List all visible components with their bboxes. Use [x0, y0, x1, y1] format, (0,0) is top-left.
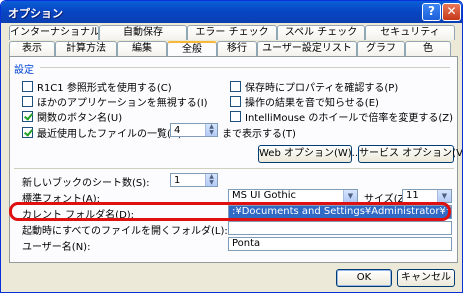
- prompt-properties-label: 保存時にプロパティを確認する(P): [245, 83, 399, 94]
- tab-view[interactable]: 表示: [9, 41, 55, 56]
- prompt-properties-checkbox[interactable]: 保存時にプロパティを確認する(P): [230, 79, 398, 94]
- r1c1-checkbox[interactable]: R1C1 参照形式を使用する(C): [22, 79, 172, 94]
- function-tooltips-checkbox[interactable]: 関数のボタン名(U): [22, 109, 122, 124]
- intellimouse-zoom-checkbox[interactable]: IntelliMouse のホイールで倍率を変更する(Z): [230, 109, 453, 124]
- tab-autosave[interactable]: 自動保存: [99, 25, 187, 40]
- ignore-other-apps-box[interactable]: [22, 96, 33, 107]
- function-tooltips-label: 関数のボタン名(U): [37, 113, 123, 124]
- size-dropdown-icon[interactable]: ▼: [437, 190, 451, 202]
- general-panel: 設定 R1C1 参照形式を使用する(C) ほかのアプリケーションを無視する(I)…: [9, 56, 462, 263]
- feedback-sound-box[interactable]: [230, 96, 241, 107]
- username-input[interactable]: Ponta: [228, 237, 452, 251]
- r1c1-box[interactable]: [22, 81, 33, 92]
- function-tooltips-box[interactable]: [22, 111, 33, 122]
- spinner-arrows-icon[interactable]: ▲ ▼: [205, 124, 217, 136]
- tab-transition[interactable]: 移行: [217, 41, 257, 56]
- recent-files-checkbox[interactable]: 最近使用したファイルの一覧(R):: [22, 125, 185, 140]
- cancel-button[interactable]: キャンセル: [397, 269, 455, 287]
- prompt-properties-box[interactable]: [230, 81, 241, 92]
- recent-files-label: 最近使用したファイルの一覧(R):: [37, 129, 186, 140]
- section-divider: [40, 67, 450, 68]
- tab-spell-check[interactable]: スペル チェック: [277, 25, 365, 40]
- feedback-sound-checkbox[interactable]: 操作の結果を音で知らせる(E): [230, 94, 379, 109]
- window-title: オプション: [8, 7, 63, 20]
- web-options-button[interactable]: Web オプション(W)...: [258, 145, 361, 163]
- sheets-label: 新しいブックのシート数(S):: [22, 178, 150, 189]
- close-button[interactable]: ✕: [442, 3, 461, 21]
- ignore-other-apps-label: ほかのアプリケーションを無視する(I): [37, 98, 208, 109]
- settings-section-label: 設定: [14, 65, 34, 76]
- tab-edit[interactable]: 編集: [117, 41, 167, 56]
- font-select[interactable]: MS UI Gothic ▼: [228, 189, 358, 203]
- tab-chart[interactable]: グラフ: [357, 41, 405, 56]
- sheets-spinner-arrows-icon[interactable]: ▲ ▼: [205, 174, 217, 186]
- intellimouse-zoom-label: IntelliMouse のホイールで倍率を変更する(Z): [245, 113, 453, 124]
- tab-calculation[interactable]: 計算方法: [55, 41, 117, 56]
- intellimouse-zoom-box[interactable]: [230, 111, 241, 122]
- sheets-spinner[interactable]: 1 ▲ ▼: [170, 173, 218, 187]
- recent-files-count-spinner[interactable]: 4 ▲ ▼: [170, 123, 218, 137]
- startup-folder-label: 起動時にすべてのファイルを開くフォルダ(L):: [22, 226, 228, 237]
- feedback-sound-label: 操作の結果を音で知らせる(E): [245, 98, 379, 109]
- service-options-button[interactable]: サービス オプション(V)...: [358, 145, 462, 163]
- sheets-value[interactable]: 1: [171, 175, 205, 186]
- tab-row-2: 表示 計算方法 編集 全般 移行 ユーザー設定リスト グラフ 色: [9, 41, 451, 57]
- font-value: MS UI Gothic: [232, 190, 297, 201]
- group-divider: [14, 168, 454, 169]
- recent-files-count-value[interactable]: 4: [171, 125, 205, 136]
- font-dropdown-icon[interactable]: ▼: [343, 190, 357, 202]
- r1c1-label: R1C1 参照形式を使用する(C): [37, 83, 172, 94]
- font-label: 標準フォント(A):: [22, 194, 101, 205]
- tab-international[interactable]: インターナショナル: [9, 25, 99, 40]
- tab-color[interactable]: 色: [405, 41, 451, 56]
- tab-general[interactable]: 全般: [167, 41, 217, 57]
- tab-custom-lists[interactable]: ユーザー設定リスト: [257, 41, 357, 56]
- current-folder-input[interactable]: :¥Documents and Settings¥Administrator¥デ…: [228, 205, 452, 219]
- size-value: 11: [406, 190, 419, 201]
- title-bar[interactable]: オプション ? ✕: [1, 1, 462, 23]
- ok-button[interactable]: OK: [336, 269, 392, 287]
- username-label: ユーザー名(N):: [22, 242, 91, 253]
- recent-files-suffix: まで表示する(T): [222, 129, 296, 140]
- tab-error-check[interactable]: エラー チェック: [187, 25, 277, 40]
- options-dialog: オプション ? ✕ インターナショナル 自動保存 エラー チェック スペル チェ…: [0, 0, 463, 293]
- size-select[interactable]: 11 ▼: [402, 189, 452, 203]
- ignore-other-apps-checkbox[interactable]: ほかのアプリケーションを無視する(I): [22, 94, 208, 109]
- startup-folder-input[interactable]: [228, 221, 452, 235]
- tab-row-1: インターナショナル 自動保存 エラー チェック スペル チェック セキュリティ: [9, 25, 455, 40]
- current-folder-label: カレント フォルダ名(D):: [22, 210, 135, 221]
- recent-files-box[interactable]: [22, 127, 33, 138]
- tab-security[interactable]: セキュリティ: [365, 25, 455, 40]
- help-button[interactable]: ?: [422, 3, 441, 21]
